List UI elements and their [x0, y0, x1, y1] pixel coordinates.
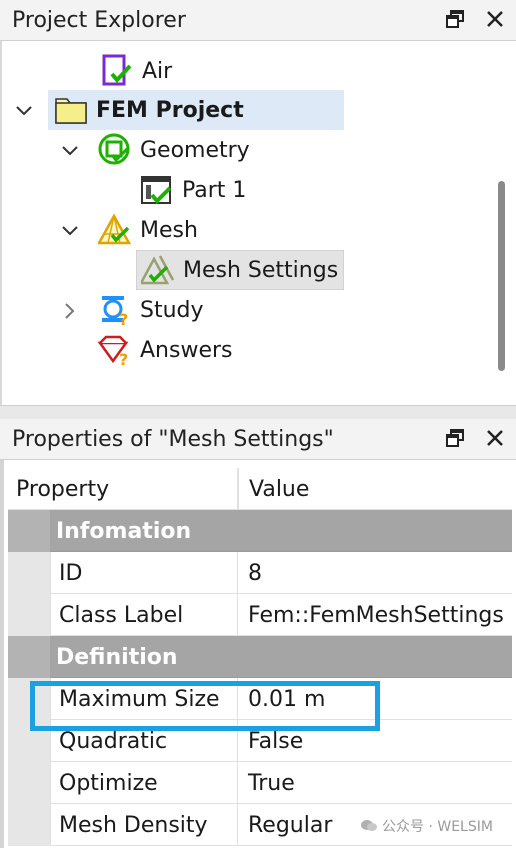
mesh-settings-icon	[141, 255, 175, 285]
properties-table: Property Value Infomation ID 8 Class Lab…	[0, 460, 516, 848]
tree-item-geometry[interactable]: Geometry	[98, 130, 250, 170]
tree-item-fem-project[interactable]: FEM Project	[48, 90, 344, 130]
svg-text:?: ?	[119, 350, 128, 367]
property-value[interactable]: True	[238, 762, 512, 804]
column-header-value[interactable]: Value	[238, 468, 512, 510]
group-gutter	[8, 510, 50, 552]
table-row[interactable]: Optimize True	[8, 762, 512, 804]
tree-label-fem-project: FEM Project	[96, 97, 244, 123]
tree-item-study[interactable]: ? Study	[98, 290, 204, 330]
close-panel-icon[interactable]	[482, 425, 508, 451]
project-tree: Air FEM Project Geometry Part 1 Mesh Mes…	[0, 41, 516, 405]
group-label-definition: Definition	[56, 644, 178, 670]
table-row[interactable]: Class Label Fem::FemMeshSettings	[8, 594, 512, 636]
property-value[interactable]: 8	[238, 552, 512, 594]
group-row-infomation[interactable]: Infomation	[8, 510, 512, 552]
expand-chevron-icon[interactable]	[60, 301, 80, 321]
table-header-row: Property Value	[8, 468, 512, 510]
properties-title: Properties of "Mesh Settings"	[12, 427, 334, 452]
collapse-chevron-icon[interactable]	[14, 101, 34, 121]
row-gutter	[8, 804, 50, 846]
scrollbar-thumb[interactable]	[498, 181, 505, 371]
float-panel-icon[interactable]	[442, 6, 468, 32]
group-label-infomation: Infomation	[56, 518, 192, 544]
part-icon	[141, 176, 172, 204]
tree-label-mesh-settings: Mesh Settings	[183, 257, 339, 283]
project-explorer-header: Project Explorer	[0, 0, 516, 41]
property-value[interactable]: Fem::FemMeshSettings	[238, 594, 512, 636]
group-row-definition[interactable]: Definition	[8, 636, 512, 678]
air-body-icon	[102, 54, 132, 86]
property-name: Mesh Density	[50, 804, 238, 846]
geometry-icon	[98, 133, 130, 165]
row-gutter	[8, 594, 50, 636]
answers-icon: ?	[98, 335, 129, 367]
mesh-icon	[98, 213, 132, 245]
table-row[interactable]: ID 8	[8, 552, 512, 594]
chat-bubble-icon	[361, 820, 377, 831]
tree-label-part-1: Part 1	[182, 177, 247, 203]
vertical-scrollbar[interactable]	[488, 49, 516, 401]
property-name: ID	[50, 552, 238, 594]
svg-text:?: ?	[119, 310, 128, 327]
folder-icon	[55, 98, 87, 124]
properties-header: Properties of "Mesh Settings"	[0, 419, 516, 460]
float-panel-icon[interactable]	[442, 425, 468, 451]
tree-label-study: Study	[140, 297, 204, 323]
tree-label-air: Air	[142, 58, 173, 84]
column-header-property[interactable]: Property	[8, 468, 238, 510]
watermark: 公众号 · WELSIM	[360, 816, 493, 836]
tree-label-geometry: Geometry	[140, 137, 250, 163]
property-name: Class Label	[50, 594, 238, 636]
tree-item-mesh-settings[interactable]: Mesh Settings	[136, 250, 344, 290]
collapse-chevron-icon[interactable]	[60, 221, 80, 241]
group-gutter	[8, 636, 50, 678]
watermark-text: 公众号 · WELSIM	[382, 819, 493, 835]
annotation-highlight-box	[30, 681, 380, 731]
close-panel-icon[interactable]	[482, 6, 508, 32]
tree-item-mesh[interactable]: Mesh	[98, 210, 198, 250]
tree-label-mesh: Mesh	[140, 217, 198, 243]
project-explorer-title: Project Explorer	[12, 8, 186, 33]
tree-item-air[interactable]: Air	[100, 51, 172, 91]
tree-item-part-1[interactable]: Part 1	[140, 170, 246, 210]
property-name: Optimize	[50, 762, 238, 804]
collapse-chevron-icon[interactable]	[60, 141, 80, 161]
tree-label-answers: Answers	[140, 337, 233, 363]
row-gutter	[8, 552, 50, 594]
study-icon: ?	[102, 296, 128, 327]
tree-item-answers[interactable]: ? Answers	[98, 330, 233, 370]
row-gutter	[8, 762, 50, 804]
